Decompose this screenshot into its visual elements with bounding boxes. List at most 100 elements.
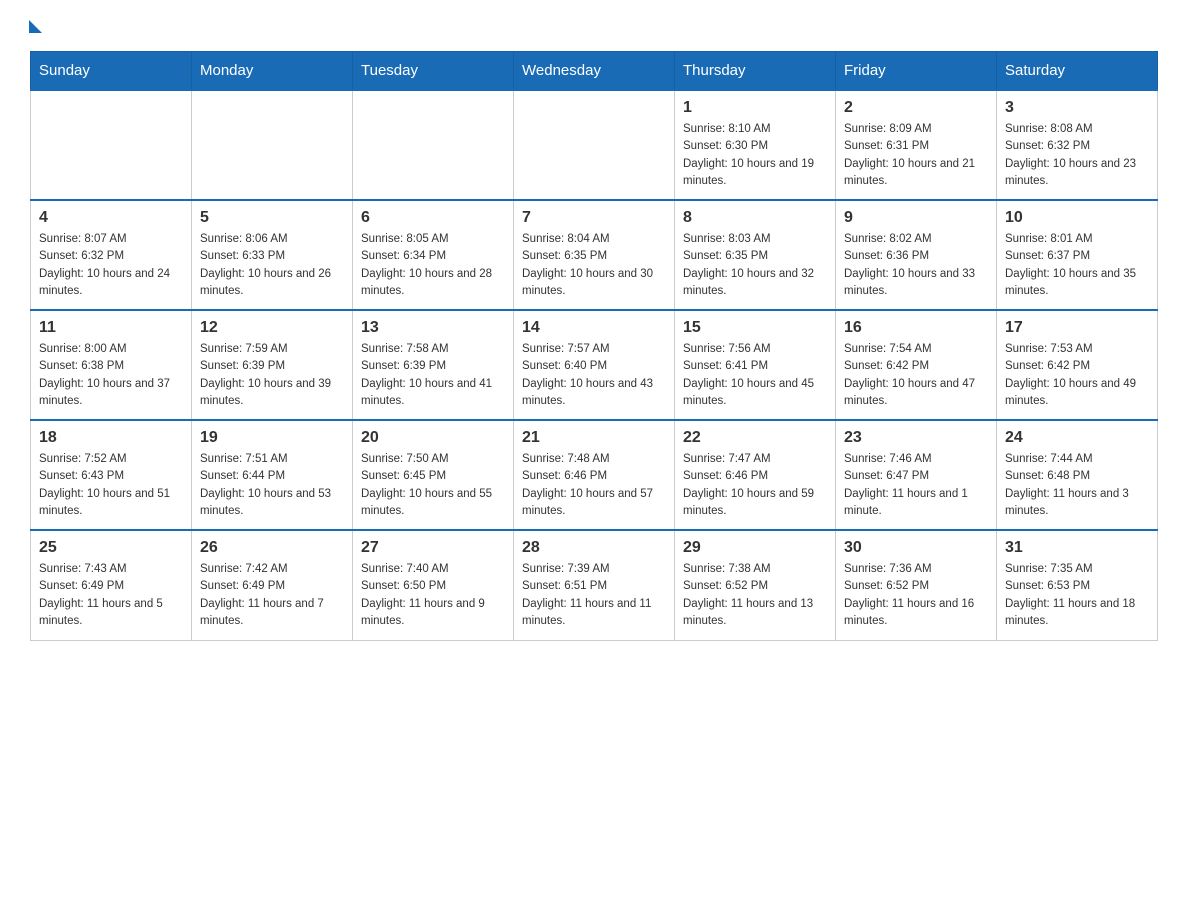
calendar-cell: 3Sunrise: 8:08 AMSunset: 6:32 PMDaylight… [997,90,1158,200]
day-number: 27 [361,539,505,557]
day-number: 30 [844,539,988,557]
calendar-week-row: 11 Sunrise: 8:00 AMSunset: 6:38 PMDayligh… [31,310,1158,420]
calendar-cell: 7 Sunrise: 8:04 AMSunset: 6:35 PMDaylight… [514,200,675,310]
calendar-week-row: 4 Sunrise: 8:07 AMSunset: 6:32 PMDaylight… [31,200,1158,310]
day-info: Sunrise: 7:58 AMSunset: 6:39 PMDaylight:… [361,341,505,410]
calendar-cell: 22Sunrise: 7:47 AMSunset: 6:46 PMDayligh… [675,420,836,530]
calendar-cell [192,90,353,200]
day-info: Sunrise: 7:48 AMSunset: 6:46 PMDaylight:… [522,451,666,520]
day-number: 29 [683,539,827,557]
calendar-cell: 8 Sunrise: 8:03 AMSunset: 6:35 PMDaylight… [675,200,836,310]
calendar-cell: 6 Sunrise: 8:05 AMSunset: 6:34 PMDaylight… [353,200,514,310]
calendar-cell: 16 Sunrise: 7:54 AMSunset: 6:42 PMDayligh… [836,310,997,420]
day-info: Sunrise: 8:10 AMSunset: 6:30 PMDaylight:… [683,121,827,190]
calendar-cell [31,90,192,200]
day-number: 11 [39,319,183,337]
calendar-cell: 10Sunrise: 8:01 AMSunset: 6:37 PMDayligh… [997,200,1158,310]
calendar-cell: 23 Sunrise: 7:46 AMSunset: 6:47 PMDayligh… [836,420,997,530]
day-number: 4 [39,209,183,227]
day-number: 18 [39,429,183,447]
day-number: 13 [361,319,505,337]
calendar-cell: 20Sunrise: 7:50 AMSunset: 6:45 PMDayligh… [353,420,514,530]
day-number: 23 [844,429,988,447]
calendar-cell: 9 Sunrise: 8:02 AMSunset: 6:36 PMDaylight… [836,200,997,310]
day-info: Sunrise: 8:08 AMSunset: 6:32 PMDaylight:… [1005,121,1149,190]
calendar-cell: 17 Sunrise: 7:53 AMSunset: 6:42 PMDayligh… [997,310,1158,420]
day-info: Sunrise: 8:04 AMSunset: 6:35 PMDaylight:… [522,231,666,300]
day-number: 6 [361,209,505,227]
page-header [30,20,1158,31]
calendar-cell: 15 Sunrise: 7:56 AMSunset: 6:41 PMDayligh… [675,310,836,420]
calendar-cell: 12Sunrise: 7:59 AMSunset: 6:39 PMDayligh… [192,310,353,420]
day-info: Sunrise: 7:53 AMSunset: 6:42 PMDaylight:… [1005,341,1149,410]
day-info: Sunrise: 7:51 AMSunset: 6:44 PMDaylight:… [200,451,344,520]
day-number: 16 [844,319,988,337]
day-info: Sunrise: 8:07 AMSunset: 6:32 PMDaylight:… [39,231,183,300]
logo-arrow-icon [29,20,42,33]
day-number: 2 [844,99,988,117]
day-number: 28 [522,539,666,557]
day-info: Sunrise: 8:09 AMSunset: 6:31 PMDaylight:… [844,121,988,190]
day-number: 15 [683,319,827,337]
day-info: Sunrise: 7:56 AMSunset: 6:41 PMDaylight:… [683,341,827,410]
calendar-header-friday: Friday [836,52,997,91]
day-info: Sunrise: 7:54 AMSunset: 6:42 PMDaylight:… [844,341,988,410]
day-number: 22 [683,429,827,447]
day-info: Sunrise: 8:03 AMSunset: 6:35 PMDaylight:… [683,231,827,300]
day-info: Sunrise: 7:42 AMSunset: 6:49 PMDaylight:… [200,561,344,630]
day-info: Sunrise: 7:57 AMSunset: 6:40 PMDaylight:… [522,341,666,410]
day-info: Sunrise: 8:00 AMSunset: 6:38 PMDaylight:… [39,341,183,410]
day-info: Sunrise: 7:43 AMSunset: 6:49 PMDaylight:… [39,561,183,630]
calendar-header-thursday: Thursday [675,52,836,91]
day-info: Sunrise: 7:52 AMSunset: 6:43 PMDaylight:… [39,451,183,520]
calendar-cell: 30 Sunrise: 7:36 AMSunset: 6:52 PMDayligh… [836,530,997,640]
calendar-header-tuesday: Tuesday [353,52,514,91]
day-number: 26 [200,539,344,557]
day-info: Sunrise: 8:06 AMSunset: 6:33 PMDaylight:… [200,231,344,300]
calendar-cell: 21 Sunrise: 7:48 AMSunset: 6:46 PMDayligh… [514,420,675,530]
calendar-header-row: SundayMondayTuesdayWednesdayThursdayFrid… [31,52,1158,91]
day-info: Sunrise: 7:46 AMSunset: 6:47 PMDaylight:… [844,451,988,520]
calendar-cell: 1 Sunrise: 8:10 AMSunset: 6:30 PMDaylight… [675,90,836,200]
calendar-cell: 4 Sunrise: 8:07 AMSunset: 6:32 PMDaylight… [31,200,192,310]
day-info: Sunrise: 8:02 AMSunset: 6:36 PMDaylight:… [844,231,988,300]
calendar-cell: 26 Sunrise: 7:42 AMSunset: 6:49 PMDayligh… [192,530,353,640]
calendar-cell: 27Sunrise: 7:40 AMSunset: 6:50 PMDayligh… [353,530,514,640]
calendar-cell: 29Sunrise: 7:38 AMSunset: 6:52 PMDayligh… [675,530,836,640]
day-number: 12 [200,319,344,337]
calendar-cell: 18 Sunrise: 7:52 AMSunset: 6:43 PMDayligh… [31,420,192,530]
day-number: 5 [200,209,344,227]
day-info: Sunrise: 7:36 AMSunset: 6:52 PMDaylight:… [844,561,988,630]
calendar-week-row: 1 Sunrise: 8:10 AMSunset: 6:30 PMDaylight… [31,90,1158,200]
calendar-cell: 28 Sunrise: 7:39 AMSunset: 6:51 PMDayligh… [514,530,675,640]
calendar-cell: 11 Sunrise: 8:00 AMSunset: 6:38 PMDayligh… [31,310,192,420]
day-number: 24 [1005,429,1149,447]
day-number: 31 [1005,539,1149,557]
calendar-cell: 31 Sunrise: 7:35 AMSunset: 6:53 PMDayligh… [997,530,1158,640]
calendar-header-sunday: Sunday [31,52,192,91]
day-number: 9 [844,209,988,227]
calendar-cell: 5 Sunrise: 8:06 AMSunset: 6:33 PMDaylight… [192,200,353,310]
day-number: 17 [1005,319,1149,337]
day-info: Sunrise: 8:05 AMSunset: 6:34 PMDaylight:… [361,231,505,300]
day-info: Sunrise: 7:39 AMSunset: 6:51 PMDaylight:… [522,561,666,630]
calendar-week-row: 18 Sunrise: 7:52 AMSunset: 6:43 PMDayligh… [31,420,1158,530]
calendar-cell [514,90,675,200]
day-info: Sunrise: 7:35 AMSunset: 6:53 PMDaylight:… [1005,561,1149,630]
day-number: 19 [200,429,344,447]
day-number: 21 [522,429,666,447]
day-number: 10 [1005,209,1149,227]
calendar-cell: 25 Sunrise: 7:43 AMSunset: 6:49 PMDayligh… [31,530,192,640]
calendar-week-row: 25 Sunrise: 7:43 AMSunset: 6:49 PMDayligh… [31,530,1158,640]
calendar-cell: 19 Sunrise: 7:51 AMSunset: 6:44 PMDayligh… [192,420,353,530]
day-info: Sunrise: 7:50 AMSunset: 6:45 PMDaylight:… [361,451,505,520]
calendar-cell [353,90,514,200]
calendar-header-wednesday: Wednesday [514,52,675,91]
logo [30,20,42,31]
calendar-header-monday: Monday [192,52,353,91]
day-number: 25 [39,539,183,557]
day-number: 8 [683,209,827,227]
day-number: 7 [522,209,666,227]
calendar-cell: 2 Sunrise: 8:09 AMSunset: 6:31 PMDaylight… [836,90,997,200]
day-number: 1 [683,99,827,117]
